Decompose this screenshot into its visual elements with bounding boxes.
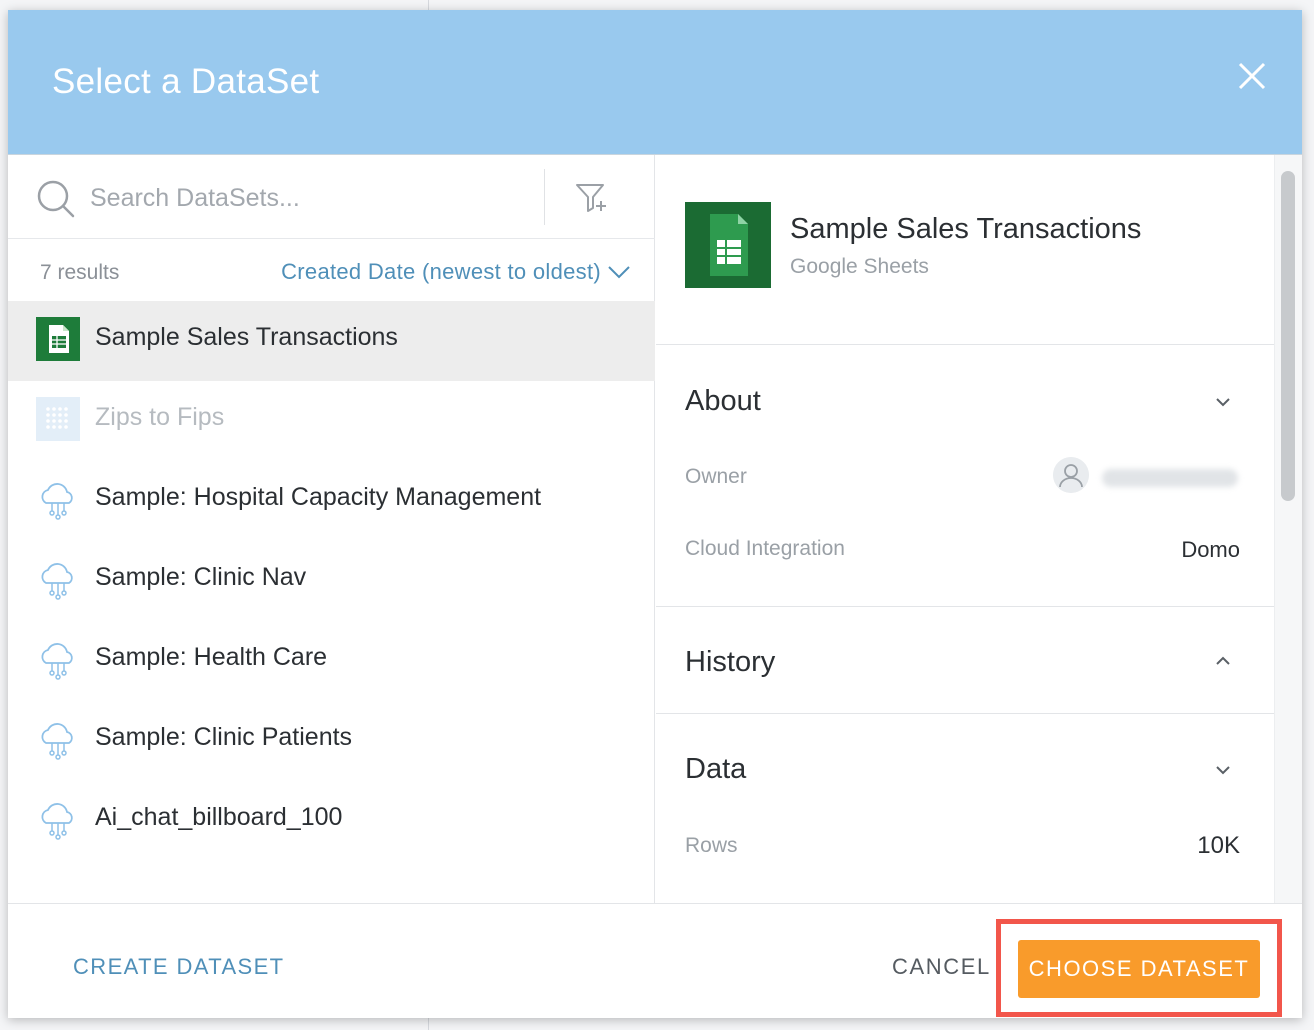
- cloud-integration-value: Domo: [1181, 537, 1240, 562]
- data-section: Data Rows 10K: [656, 714, 1274, 903]
- about-title: About: [685, 385, 761, 417]
- close-icon: [1238, 62, 1266, 90]
- dataset-item-label: Sample Sales Transactions: [95, 323, 398, 351]
- chevron-down-icon[interactable]: [1212, 763, 1234, 777]
- owner-label: Owner: [685, 465, 747, 488]
- create-dataset-button[interactable]: CREATE DATASET: [73, 954, 285, 980]
- chevron-down-icon[interactable]: [1212, 395, 1234, 409]
- cloud-connector-icon: [41, 643, 73, 680]
- avatar: [1053, 457, 1089, 493]
- search-icon: [37, 180, 75, 218]
- dataset-item-hospital-capacity[interactable]: Sample: Hospital Capacity Management: [8, 461, 655, 541]
- grid-dataset-icon: [36, 397, 80, 441]
- detail-source: Google Sheets: [790, 255, 929, 278]
- results-toolbar: 7 results Created Date (newest to oldest…: [8, 239, 655, 301]
- sort-label: Created Date (newest to oldest): [281, 259, 601, 284]
- scrollbar-thumb[interactable]: [1281, 171, 1295, 501]
- chevron-up-icon[interactable]: [1212, 654, 1234, 668]
- dataset-item-label: Zips to Fips: [95, 403, 225, 431]
- cloud-connector-icon: [41, 803, 73, 840]
- dataset-list: Sample Sales Transactions Zips to Fips S…: [8, 301, 655, 861]
- cloud-connector-icon: [41, 723, 73, 760]
- dataset-item-sample-sales-transactions[interactable]: Sample Sales Transactions: [8, 301, 655, 381]
- rows-value: 10K: [1197, 832, 1240, 859]
- cancel-button[interactable]: CANCEL: [892, 954, 991, 980]
- modal-title: Select a DataSet: [52, 62, 320, 101]
- detail-scrollbar[interactable]: [1274, 155, 1302, 903]
- detail-header: Sample Sales Transactions Google Sheets: [656, 155, 1274, 345]
- dataset-item-label: Ai_chat_billboard_100: [95, 803, 343, 831]
- google-sheets-icon: [36, 317, 80, 361]
- cloud-connector-icon: [41, 483, 73, 520]
- data-title: Data: [685, 753, 747, 785]
- choose-dataset-button[interactable]: CHOOSE DATASET: [1018, 940, 1260, 998]
- cloud-integration-label: Cloud Integration: [685, 537, 845, 560]
- dataset-item-label: Sample: Clinic Nav: [95, 563, 307, 591]
- dataset-item-health-care[interactable]: Sample: Health Care: [8, 621, 655, 701]
- google-sheets-icon: [685, 202, 771, 288]
- dataset-item-clinic-nav[interactable]: Sample: Clinic Nav: [8, 541, 655, 621]
- sort-dropdown[interactable]: Created Date (newest to oldest): [281, 259, 631, 285]
- dataset-item-label: Sample: Clinic Patients: [95, 723, 353, 751]
- dataset-item-ai-chat-billboard[interactable]: Ai_chat_billboard_100: [8, 781, 655, 861]
- history-section: History: [656, 607, 1274, 714]
- cloud-connector-icon: [41, 563, 73, 600]
- dataset-item-clinic-patients[interactable]: Sample: Clinic Patients: [8, 701, 655, 781]
- select-dataset-modal: Select a DataSet 7 results: [8, 10, 1302, 1018]
- dataset-item-label: Sample: Hospital Capacity Management: [95, 483, 542, 511]
- detail-title: Sample Sales Transactions: [790, 213, 1142, 245]
- history-title: History: [685, 646, 776, 678]
- modal-header: Select a DataSet: [8, 10, 1302, 155]
- dataset-item-label: Sample: Health Care: [95, 643, 328, 671]
- dataset-detail-pane: Sample Sales Transactions Google Sheets …: [656, 155, 1274, 903]
- chevron-down-icon: [608, 266, 630, 279]
- dataset-item-zips-to-fips[interactable]: Zips to Fips: [8, 381, 655, 461]
- search-input[interactable]: [90, 179, 530, 217]
- rows-label: Rows: [685, 834, 738, 857]
- about-section: About Owner Cloud Integration Domo: [656, 345, 1274, 607]
- search-bar: [8, 155, 655, 239]
- owner-name-redacted: [1102, 469, 1238, 487]
- results-count: 7 results: [40, 261, 120, 284]
- dataset-list-pane: 7 results Created Date (newest to oldest…: [8, 155, 655, 903]
- filter-add-icon[interactable]: [574, 181, 610, 215]
- close-button[interactable]: [1232, 56, 1272, 96]
- search-divider: [544, 169, 545, 225]
- modal-footer: CREATE DATASET CANCEL CHOOSE DATASET: [8, 903, 1302, 1018]
